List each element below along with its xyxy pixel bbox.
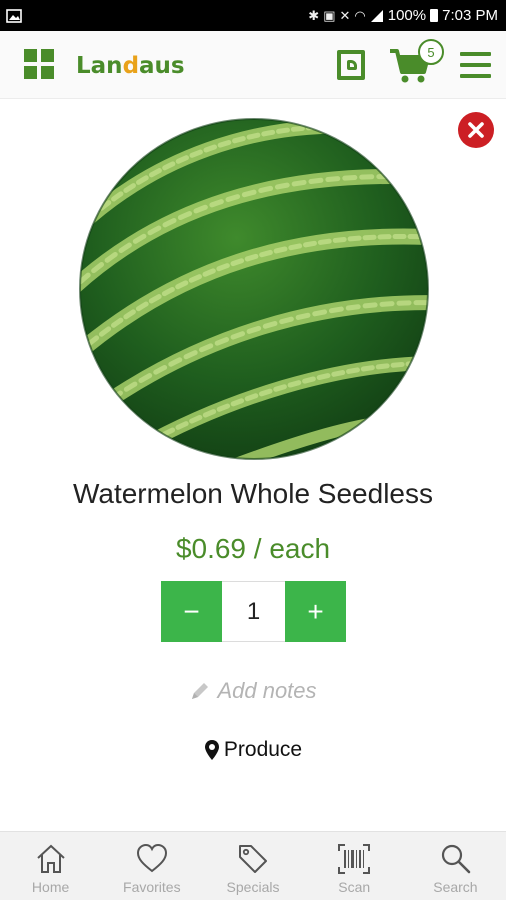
- product-name: Watermelon Whole Seedless: [72, 478, 433, 509]
- nav-search[interactable]: Search: [405, 832, 506, 900]
- add-notes-label: Add notes: [217, 678, 317, 703]
- shopping-list-icon[interactable]: [337, 50, 365, 80]
- nav-specials[interactable]: Specials: [202, 832, 303, 900]
- increment-button[interactable]: +: [285, 581, 346, 642]
- hamburger-menu-icon[interactable]: [460, 52, 491, 78]
- product-price: $0.69 / each: [175, 533, 331, 564]
- battery-percent: 100%: [387, 7, 427, 24]
- nav-home[interactable]: Home: [0, 832, 101, 900]
- status-bar: ✱ ▣ ✕ ◠ 100% 7:03 PM: [0, 0, 506, 31]
- close-button[interactable]: [458, 112, 494, 148]
- bluetooth-icon: ✱: [308, 7, 320, 23]
- category-label: Produce: [223, 738, 303, 761]
- status-left: [6, 8, 22, 23]
- pencil-icon: [192, 683, 209, 699]
- clock: 7:03 PM: [442, 7, 498, 24]
- nav-search-label: Search: [433, 879, 478, 895]
- landaus-logo[interactable]: Landaus: [76, 53, 185, 79]
- image-notification-icon: [6, 8, 22, 23]
- nav-home-label: Home: [31, 879, 70, 895]
- barcode-icon: [338, 844, 371, 874]
- decrement-button[interactable]: −: [161, 581, 222, 642]
- nav-specials-label: Specials: [226, 879, 280, 895]
- heart-icon: [136, 843, 167, 873]
- nav-scan[interactable]: Scan: [304, 832, 405, 900]
- cart-count-badge: 5: [418, 39, 444, 65]
- nav-scan-label: Scan: [338, 879, 371, 895]
- mute-icon: ✕: [339, 7, 351, 23]
- close-icon: [468, 122, 484, 138]
- signal-icon: [370, 9, 383, 22]
- home-icon: [36, 844, 65, 873]
- map-marker-icon: [204, 740, 219, 760]
- departments-grid-icon[interactable]: [24, 49, 54, 79]
- add-notes-link[interactable]: Add notes: [0, 678, 506, 704]
- app-header: Landaus 5: [0, 31, 506, 99]
- bottom-nav: Home Favorites Specials Scan Search: [0, 831, 506, 900]
- tag-icon: [239, 845, 267, 873]
- battery-icon: [430, 9, 439, 22]
- nav-favorites-label: Favorites: [123, 879, 181, 895]
- search-icon: [442, 844, 471, 874]
- nav-favorites[interactable]: Favorites: [101, 832, 202, 900]
- product-detail-screen: ✱ ▣ ✕ ◠ 100% 7:03 PM Landaus 5 Watermelo…: [0, 0, 506, 900]
- status-right: ✱ ▣ ✕ ◠ 100% 7:03 PM: [308, 7, 498, 24]
- quantity-value[interactable]: 1: [222, 581, 285, 642]
- quantity-stepper: − 1 +: [161, 581, 346, 642]
- category-row: Produce: [0, 738, 506, 762]
- wifi-icon: ◠: [354, 7, 366, 23]
- product-image: [79, 118, 429, 460]
- nfc-icon: ▣: [323, 7, 336, 23]
